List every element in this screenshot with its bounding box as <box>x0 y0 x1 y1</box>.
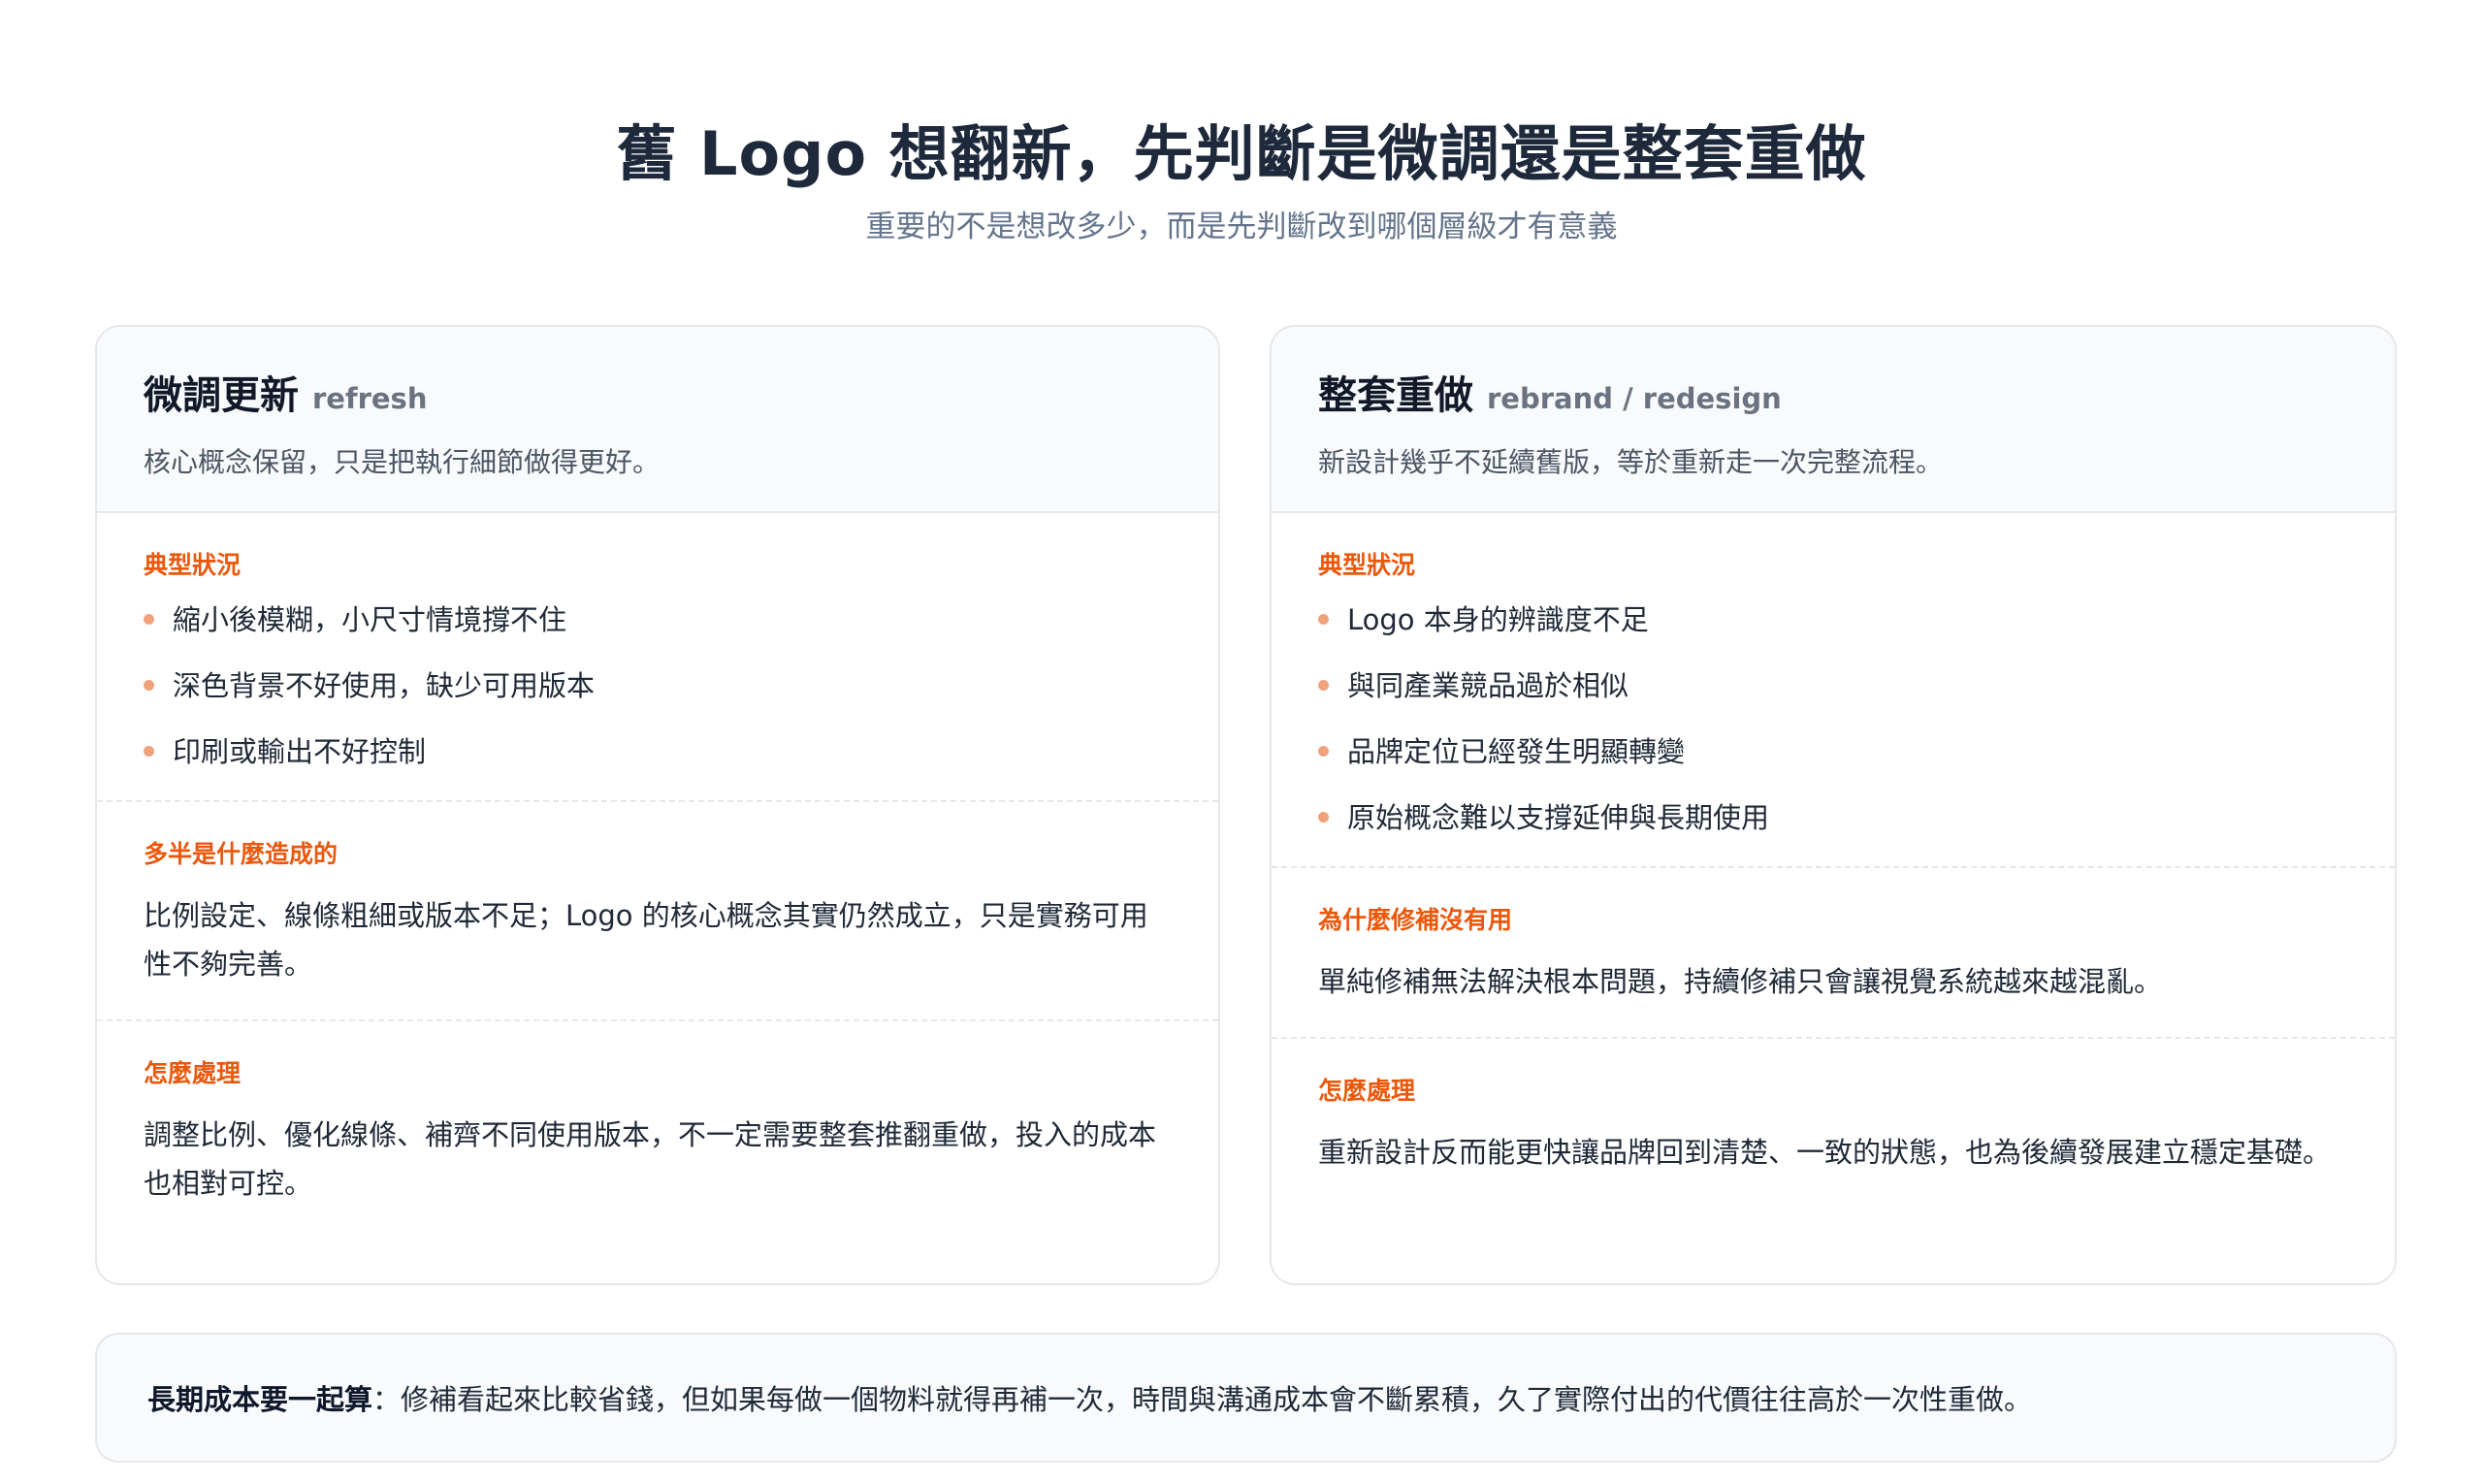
bullet-dot-icon <box>1318 746 1329 757</box>
rebrand-handle-section: 怎麼處理 重新設計反而能更快讓品牌回到清楚、一致的狀態，也為後續發展建立穩定基礎… <box>1272 1039 2395 1208</box>
bullet-dot-icon <box>144 746 154 757</box>
cost-note: 長期成本要一起算：修補看起來比較省錢，但如果每做一個物料就得再補一次，時間與溝通… <box>95 1333 2397 1463</box>
page-subtitle: 重要的不是想改多少，而是先判斷改到哪個層級才有意義 <box>865 210 1618 244</box>
rebrand-why-label: 為什麼修補沒有用 <box>1318 906 1513 934</box>
list-item: 印刷或輸出不好控制 <box>144 734 1172 769</box>
rebrand-handle-label: 怎麼處理 <box>1318 1077 1416 1105</box>
bullet-dot-icon <box>144 614 154 625</box>
rebrand-why-text: 單純修補無法解決根本問題，持續修補只會讓視覺系統越來越混亂。 <box>1318 965 2163 998</box>
refresh-card-title: 微調更新 <box>144 373 299 418</box>
rebrand-why-section: 為什麼修補沒有用 單純修補無法解決根本問題，持續修補只會讓視覺系統越來越混亂。 <box>1272 868 2395 1039</box>
refresh-cause-section: 多半是什麼造成的 比例設定、線條粗細或版本不足；Logo 的核心概念其實仍然成立… <box>97 802 1218 1021</box>
list-item-text: 縮小後模糊，小尺寸情境撐不住 <box>173 603 567 636</box>
page-title: 舊 Logo 想翻新，先判斷是微調還是整套重做 <box>616 118 1867 189</box>
refresh-handle-section: 怎麼處理 調整比例、優化線條、補齊不同使用版本，不一定需要整套推翻重做，投入的成… <box>97 1021 1218 1239</box>
cost-note-text: ：修補看起來比較省錢，但如果每做一個物料就得再補一次，時間與溝通成本會不斷累積，… <box>372 1383 2033 1416</box>
list-item-text: 品牌定位已經發生明顯轉變 <box>1347 735 1686 768</box>
list-item-text: Logo 本身的辨識度不足 <box>1347 603 1649 636</box>
bullet-dot-icon <box>1318 812 1329 823</box>
list-item-text: 印刷或輸出不好控制 <box>173 735 427 768</box>
list-item-text: 與同產業競品過於相似 <box>1347 669 1629 702</box>
refresh-handle-text: 調整比例、優化線條、補齊不同使用版本，不一定需要整套推翻重做，投入的成本也相對可… <box>144 1118 1157 1200</box>
rebrand-situations-label: 典型狀況 <box>1318 551 1416 579</box>
list-item: 深色背景不好使用，缺少可用版本 <box>144 668 1172 703</box>
rebrand-card-title: 整套重做 <box>1318 373 1473 418</box>
bullet-dot-icon <box>1318 614 1329 625</box>
refresh-cause-label: 多半是什麼造成的 <box>144 840 339 868</box>
refresh-handle-label: 怎麼處理 <box>144 1059 242 1087</box>
refresh-situations-label: 典型狀況 <box>144 551 242 579</box>
refresh-card-desc: 核心概念保留，只是把執行細節做得更好。 <box>144 446 661 478</box>
refresh-situations-list: 縮小後模糊，小尺寸情境撐不住 深色背景不好使用，缺少可用版本 印刷或輸出不好控制 <box>144 602 1172 769</box>
page: 舊 Logo 想翻新，先判斷是微調還是整套重做 重要的不是想改多少，而是先判斷改… <box>0 0 2483 1484</box>
list-item-text: 原始概念難以支撐延伸與長期使用 <box>1347 801 1770 834</box>
rebrand-card-desc: 新設計幾乎不延續舊版，等於重新走一次完整流程。 <box>1318 446 1944 478</box>
bullet-dot-icon <box>1318 680 1329 691</box>
rebrand-card: 整套重做 rebrand / redesign 新設計幾乎不延續舊版，等於重新走一… <box>1270 325 2397 1285</box>
rebrand-card-header: 整套重做 rebrand / redesign 新設計幾乎不延續舊版，等於重新走一… <box>1272 327 2395 513</box>
rebrand-card-tag: rebrand / redesign <box>1487 382 1782 415</box>
list-item: 品牌定位已經發生明顯轉變 <box>1318 734 2348 769</box>
rebrand-handle-text: 重新設計反而能更快讓品牌回到清楚、一致的狀態，也為後續發展建立穩定基礎。 <box>1318 1136 2332 1169</box>
list-item: 縮小後模糊，小尺寸情境撐不住 <box>144 602 1172 637</box>
refresh-card-header: 微調更新 refresh 核心概念保留，只是把執行細節做得更好。 <box>97 327 1218 513</box>
refresh-situations-section: 典型狀況 縮小後模糊，小尺寸情境撐不住 深色背景不好使用，缺少可用版本 印刷或輸… <box>97 513 1218 802</box>
list-item: 與同產業競品過於相似 <box>1318 668 2348 703</box>
list-item-text: 深色背景不好使用，缺少可用版本 <box>173 669 596 702</box>
list-item: 原始概念難以支撐延伸與長期使用 <box>1318 800 2348 835</box>
refresh-card-tag: refresh <box>312 382 428 415</box>
rebrand-situations-section: 典型狀況 Logo 本身的辨識度不足 與同產業競品過於相似 品牌定位已經發生明顯… <box>1272 513 2395 868</box>
rebrand-situations-list: Logo 本身的辨識度不足 與同產業競品過於相似 品牌定位已經發生明顯轉變 原始… <box>1318 602 2348 835</box>
cost-note-heading: 長期成本要一起算 <box>147 1383 373 1416</box>
bullet-dot-icon <box>144 680 154 691</box>
refresh-card: 微調更新 refresh 核心概念保留，只是把執行細節做得更好。 典型狀況 縮小後… <box>95 325 1220 1285</box>
refresh-cause-text: 比例設定、線條粗細或版本不足；Logo 的核心概念其實仍然成立，只是實務可用性不… <box>144 899 1148 981</box>
list-item: Logo 本身的辨識度不足 <box>1318 602 2348 637</box>
